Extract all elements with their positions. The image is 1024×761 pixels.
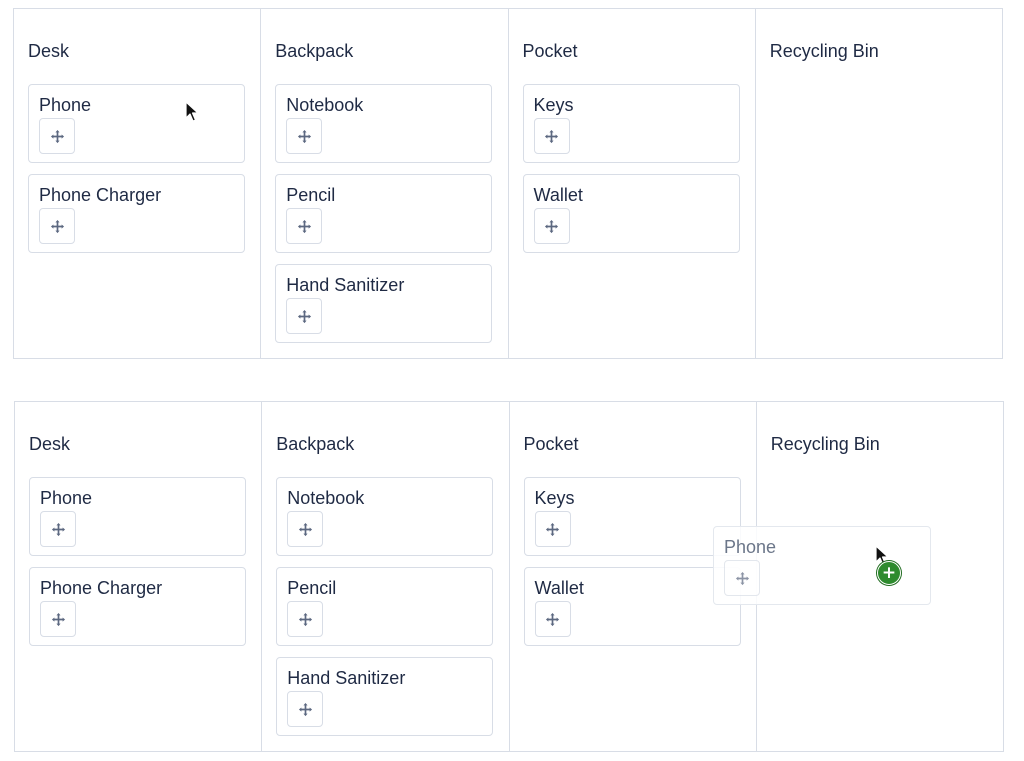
card-keys[interactable]: Keys xyxy=(523,477,741,556)
card-title: Hand Sanitizer xyxy=(287,668,406,688)
card-title: Phone Charger xyxy=(40,578,163,598)
column-title: Backpack xyxy=(275,41,354,61)
card-phone-charger[interactable]: Phone Charger xyxy=(28,174,245,253)
drag-handle-button[interactable] xyxy=(286,208,323,244)
column-desk: Desk Phone Phone Charger xyxy=(15,402,263,751)
column-title: Pocket xyxy=(522,41,578,61)
drag-handle-button[interactable] xyxy=(533,118,570,154)
card-title: Wallet xyxy=(533,185,583,205)
card-title: Hand Sanitizer xyxy=(286,275,405,295)
move-arrows-icon xyxy=(297,219,312,234)
card-title: Keys xyxy=(533,95,574,115)
column-recycling-bin[interactable]: Recycling Bin xyxy=(756,9,1002,358)
move-arrows-icon xyxy=(544,129,559,144)
drag-handle-button[interactable] xyxy=(286,298,323,334)
move-arrows-icon xyxy=(735,571,750,586)
drag-handle-button[interactable] xyxy=(287,511,324,547)
column-title: Desk xyxy=(28,41,70,61)
column-title: Desk xyxy=(29,434,71,454)
move-arrows-icon xyxy=(544,219,559,234)
card-title: Notebook xyxy=(287,488,365,508)
card-title: Phone xyxy=(40,488,93,508)
column-title: Recycling Bin xyxy=(770,434,880,454)
drag-handle-button[interactable] xyxy=(287,601,324,637)
move-arrows-icon xyxy=(50,129,65,144)
drag-handle-button[interactable] xyxy=(40,511,76,547)
column-backpack: Backpack Notebook Pencil Hand Sanitizer xyxy=(261,9,509,358)
card-title: Pencil xyxy=(286,185,336,205)
plus-circle-icon: + xyxy=(877,561,901,585)
column-backpack: Backpack Notebook Pencil Hand Sanitizer xyxy=(262,402,510,751)
move-arrows-icon xyxy=(298,612,313,627)
card-title: Wallet xyxy=(534,578,584,598)
column-title: Recycling Bin xyxy=(769,41,879,61)
card-keys[interactable]: Keys xyxy=(522,84,740,163)
card-title: Phone xyxy=(39,95,92,115)
move-arrows-icon xyxy=(297,309,312,324)
drag-handle-button[interactable] xyxy=(534,601,571,637)
card-hand-sanitizer[interactable]: Hand Sanitizer xyxy=(276,657,494,736)
board-top: Desk Phone Phone Charger Backpack Notebo… xyxy=(13,8,1003,359)
column-desk: Desk Phone Phone Charger xyxy=(14,9,262,358)
drag-handle-button[interactable] xyxy=(533,208,570,244)
drag-handle-button[interactable] xyxy=(286,118,323,154)
drag-handle-button[interactable] xyxy=(39,118,75,154)
drag-handle-button[interactable] xyxy=(39,208,75,244)
card-title: Phone xyxy=(724,537,777,557)
card-notebook[interactable]: Notebook xyxy=(276,477,494,556)
column-title: Backpack xyxy=(276,434,355,454)
move-arrows-icon xyxy=(545,612,560,627)
card-hand-sanitizer[interactable]: Hand Sanitizer xyxy=(275,264,493,343)
drag-handle-button[interactable] xyxy=(287,691,324,727)
move-arrows-icon xyxy=(50,219,65,234)
move-arrows-icon xyxy=(297,129,312,144)
move-arrows-icon xyxy=(298,522,313,537)
move-arrows-icon xyxy=(51,612,66,627)
card-title: Notebook xyxy=(286,95,364,115)
card-title: Pencil xyxy=(287,578,337,598)
drag-handle-button[interactable] xyxy=(724,560,760,596)
card-title: Phone Charger xyxy=(39,185,162,205)
column-pocket: Pocket Keys Wallet xyxy=(509,9,756,358)
move-arrows-icon xyxy=(545,522,560,537)
move-arrows-icon xyxy=(51,522,66,537)
card-pencil[interactable]: Pencil xyxy=(276,567,494,646)
card-notebook[interactable]: Notebook xyxy=(275,84,493,163)
move-arrows-icon xyxy=(298,702,313,717)
card-title: Keys xyxy=(534,488,575,508)
column-title: Pocket xyxy=(523,434,579,454)
card-phone-charger[interactable]: Phone Charger xyxy=(29,567,246,646)
card-pencil[interactable]: Pencil xyxy=(275,174,493,253)
card-phone[interactable]: Phone xyxy=(28,84,245,163)
card-phone[interactable]: Phone xyxy=(29,477,246,556)
card-wallet[interactable]: Wallet xyxy=(522,174,740,253)
drag-handle-button[interactable] xyxy=(534,511,571,547)
card-wallet[interactable]: Wallet xyxy=(523,567,741,646)
drag-handle-button[interactable] xyxy=(40,601,76,637)
